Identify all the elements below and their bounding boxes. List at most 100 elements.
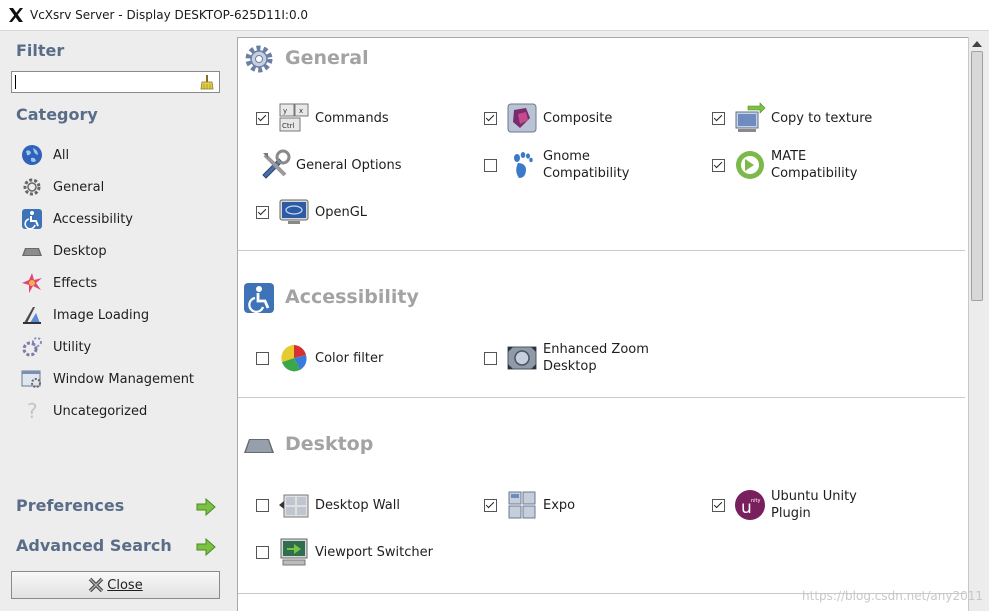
plugin-name: Color filter — [315, 350, 384, 366]
plugin-expo[interactable]: Expo — [484, 487, 661, 523]
plugin-name: Expo — [543, 497, 576, 513]
preferences-link[interactable]: Preferences — [16, 496, 124, 515]
plugin-gnome-compatibility[interactable]: Gnome Compatibility — [484, 147, 661, 183]
scroll-up-icon[interactable] — [971, 39, 983, 49]
section-title-accessibility: Accessibility — [285, 286, 419, 308]
scrollbar-thumb[interactable] — [971, 51, 983, 301]
commands-icon: y x Ctrl — [279, 103, 309, 132]
category-window-management[interactable]: Window Management — [20, 367, 194, 391]
filter-heading: Filter — [16, 41, 65, 60]
category-label: Desktop — [53, 243, 107, 259]
image-loading-icon — [20, 303, 44, 327]
advanced-search-link[interactable]: Advanced Search — [16, 536, 172, 555]
title-bar: VcXsrv Server - Display DESKTOP-625D11I:… — [0, 0, 989, 31]
plugin-viewport-switcher[interactable]: Viewport Switcher — [256, 534, 433, 570]
section-title-general: General — [285, 47, 369, 69]
category-label: All — [53, 147, 70, 163]
plugin-name: Viewport Switcher — [315, 544, 433, 560]
plugin-commands[interactable]: y x Ctrl Commands — [256, 100, 433, 136]
general-options-icon — [262, 149, 291, 179]
plugin-desktop-wall[interactable]: Desktop Wall — [256, 487, 433, 523]
close-icon — [89, 577, 104, 593]
plugin-copy-to-texture[interactable]: Copy to texture — [712, 100, 889, 136]
plugin-checkbox[interactable] — [484, 498, 497, 512]
category-label: General — [53, 179, 105, 195]
clear-filter-icon[interactable] — [199, 74, 215, 90]
plugin-checkbox[interactable] — [712, 498, 725, 512]
plugin-enhanced-zoom-desktop[interactable]: Enhanced Zoom Desktop — [484, 340, 661, 376]
category-effects[interactable]: Effects — [20, 271, 97, 295]
plugin-color-filter[interactable]: Color filter — [256, 340, 433, 376]
plugin-ubuntu-unity[interactable]: u nity Ubuntu Unity Plugin — [712, 487, 889, 523]
vertical-scrollbar[interactable] — [968, 37, 985, 611]
svg-text:x: x — [299, 107, 303, 115]
plugin-checkbox[interactable] — [256, 545, 269, 559]
globe-icon — [20, 143, 44, 167]
plugin-checkbox[interactable] — [484, 351, 497, 365]
section-divider — [238, 250, 965, 251]
plugin-name: Enhanced Zoom Desktop — [543, 342, 649, 374]
plugin-name: Gnome Compatibility — [543, 149, 630, 181]
category-desktop[interactable]: Desktop — [20, 239, 107, 263]
arrow-right-icon[interactable] — [196, 498, 216, 516]
plugin-composite[interactable]: Composite — [484, 100, 661, 136]
question-icon: ? — [20, 399, 44, 423]
section-title-desktop: Desktop — [285, 433, 374, 455]
category-utility[interactable]: Utility — [20, 335, 91, 359]
plugin-checkbox[interactable] — [712, 111, 725, 125]
plugin-checkbox[interactable] — [484, 158, 497, 172]
gnome-foot-icon — [514, 152, 533, 178]
plugin-checkbox[interactable] — [256, 111, 269, 125]
category-general[interactable]: General — [20, 175, 104, 199]
plugin-checkbox[interactable] — [256, 351, 269, 365]
ubuntu-unity-icon: u nity — [735, 490, 765, 520]
gear-icon — [20, 175, 44, 199]
category-heading: Category — [16, 105, 98, 124]
x-logo-icon — [9, 8, 23, 22]
category-label: Window Management — [53, 371, 195, 387]
close-label: Close — [107, 577, 143, 593]
sidebar: Filter Category All General Accessibilit… — [0, 31, 235, 611]
category-label: Utility — [53, 339, 92, 355]
utility-icon — [20, 335, 44, 359]
opengl-icon — [279, 199, 309, 224]
svg-text:Ctrl: Ctrl — [282, 122, 295, 130]
plugin-opengl[interactable]: OpenGL — [256, 194, 433, 230]
plugin-checkbox[interactable] — [256, 498, 269, 512]
gear-icon — [245, 45, 273, 73]
category-image-loading[interactable]: Image Loading — [20, 303, 149, 327]
category-all[interactable]: All — [20, 143, 69, 167]
color-filter-icon — [281, 345, 307, 372]
svg-text:y: y — [283, 107, 287, 115]
accessibility-icon — [244, 283, 274, 313]
viewport-switcher-icon — [280, 538, 308, 566]
close-button[interactable]: Close — [11, 571, 220, 599]
desktop-icon — [244, 439, 274, 453]
plugin-general-options[interactable]: General Options — [256, 147, 414, 183]
plugin-list-panel: General y x Ctrl Commands Composite Copy t… — [237, 37, 968, 611]
plugin-name: MATE Compatibility — [771, 149, 858, 181]
svg-text:?: ? — [27, 400, 38, 422]
plugin-checkbox[interactable] — [712, 158, 725, 172]
plugin-checkbox[interactable] — [484, 111, 497, 125]
plugin-mate-compatibility[interactable]: MATE Compatibility — [712, 147, 889, 183]
desktop-wall-icon — [279, 494, 309, 518]
watermark-text: https://blog.csdn.net/any2011 — [802, 589, 983, 603]
mate-icon — [736, 151, 764, 179]
filter-input[interactable] — [11, 71, 220, 93]
arrow-right-icon[interactable] — [196, 538, 216, 556]
window-title: VcXsrv Server - Display DESKTOP-625D11I:… — [30, 8, 309, 22]
plugin-name: Commands — [315, 110, 389, 126]
svg-text:nity: nity — [751, 498, 761, 504]
plugin-name: Copy to texture — [771, 110, 873, 126]
plugin-checkbox[interactable] — [256, 205, 269, 219]
plugin-name: Ubuntu Unity Plugin — [771, 489, 857, 521]
plugin-name: Desktop Wall — [315, 497, 400, 513]
plugin-name: OpenGL — [315, 204, 368, 220]
category-accessibility[interactable]: Accessibility — [20, 207, 133, 231]
text-caret — [15, 75, 16, 89]
copy-to-texture-icon — [735, 102, 766, 132]
plugin-name: Composite — [543, 110, 613, 126]
category-label: Effects — [53, 275, 98, 291]
category-uncategorized[interactable]: ? Uncategorized — [20, 399, 147, 423]
